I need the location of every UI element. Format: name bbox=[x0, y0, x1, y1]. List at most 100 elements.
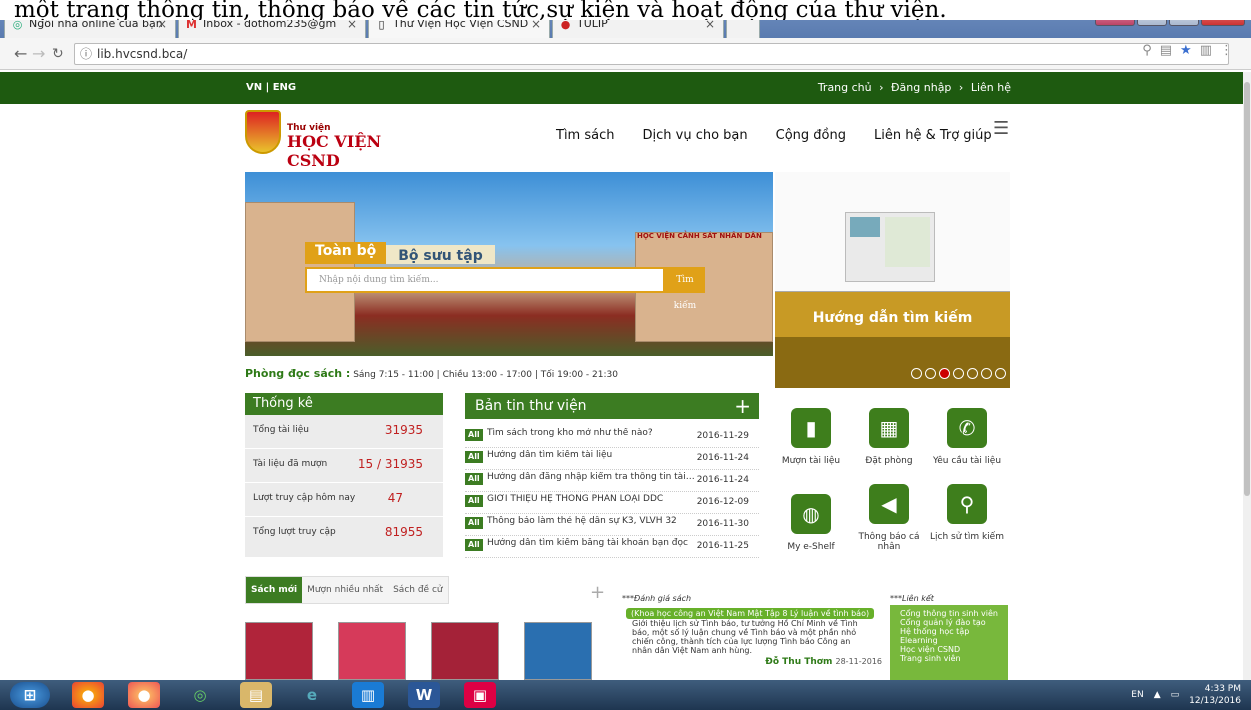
page-scrollbar[interactable] bbox=[1243, 72, 1251, 682]
back-icon[interactable]: ← bbox=[14, 44, 27, 63]
banner-sign: HỌC VIỆN CẢNH SÁT NHÂN DÂN bbox=[637, 232, 762, 240]
book-cover[interactable] bbox=[245, 622, 313, 680]
hamburger-menu-icon[interactable]: ☰ bbox=[993, 118, 1009, 139]
reading-hours: Phòng đọc sách : Sáng 7:15 - 11:00 | Chi… bbox=[245, 367, 618, 380]
zalo-icon[interactable]: ◎ bbox=[184, 682, 216, 708]
link-item[interactable]: Cổng thông tin sinh viên bbox=[900, 609, 998, 618]
link-item[interactable]: Hệ thống học tập Elearning bbox=[900, 627, 998, 645]
search-button[interactable]: Tìm kiếm bbox=[665, 267, 705, 311]
slider-dot[interactable] bbox=[911, 368, 922, 379]
language-switch[interactable]: VN | ENG bbox=[246, 82, 296, 93]
slider-dot[interactable] bbox=[953, 368, 964, 379]
news-item[interactable]: All GIỚI THIỆU HỆ THỐNG PHÂN LOẠI DDC 2016… bbox=[465, 492, 759, 514]
news-title[interactable]: GIỚI THIỆU HỆ THỐNG PHÂN LOẠI DDC bbox=[487, 494, 697, 504]
news-title: Bản tin thư viện bbox=[475, 398, 587, 414]
tab-recommended[interactable]: Sách đề cử bbox=[388, 577, 448, 603]
clock[interactable]: 4:33 PM 12/13/2016 bbox=[1189, 683, 1241, 707]
firefox-icon[interactable]: ● bbox=[128, 682, 160, 708]
slider-dot[interactable] bbox=[967, 368, 978, 379]
category-badge: All bbox=[465, 539, 483, 551]
network-icon[interactable]: ▭ bbox=[1171, 690, 1180, 700]
slider-dot-active[interactable] bbox=[939, 368, 950, 379]
guide-lower bbox=[775, 337, 1010, 388]
news-item[interactable]: All Thông báo làm thẻ hệ dân sự K3, VLVH … bbox=[465, 514, 759, 536]
book-cover[interactable] bbox=[338, 622, 406, 680]
review-label: ***Đánh giá sách bbox=[622, 594, 692, 603]
tab-most-borrowed[interactable]: Mượn nhiều nhất bbox=[302, 577, 388, 603]
service-search-history[interactable]: ⚲ Lịch sử tìm kiếm bbox=[928, 484, 1006, 542]
tray-arrow-icon[interactable]: ▲ bbox=[1154, 690, 1161, 700]
news-item[interactable]: All Tìm sách trong kho mở như thế nào? 201… bbox=[465, 426, 759, 448]
forward-icon[interactable]: → bbox=[32, 44, 45, 63]
slider-dot[interactable] bbox=[925, 368, 936, 379]
menu-icon[interactable]: ⋮ bbox=[1220, 43, 1233, 58]
site-logo[interactable]: Thư viện HỌC VIỆN CSND bbox=[245, 110, 435, 170]
contact-link[interactable]: Liên hệ bbox=[971, 81, 1011, 94]
zoom-icon[interactable]: ⚲ bbox=[1142, 43, 1152, 58]
reload-icon[interactable]: ↻ bbox=[52, 46, 64, 62]
system-tray: EN ▲ ▭ 4:33 PM 12/13/2016 bbox=[1131, 683, 1241, 707]
tab-search-all[interactable]: Toàn bộ bbox=[305, 242, 387, 264]
extension-icon[interactable]: ▥ bbox=[1200, 43, 1212, 58]
news-item[interactable]: All Hướng dẫn tìm kiếm tài liệu 2016-11-24 bbox=[465, 448, 759, 470]
news-item[interactable]: All Hướng dẫn tìm kiếm bằng tài khoản bạn… bbox=[465, 536, 759, 558]
login-link[interactable]: Đăng nhập bbox=[891, 81, 951, 94]
book-cover[interactable] bbox=[524, 622, 592, 680]
service-eshelf[interactable]: ◍ My e-Shelf bbox=[772, 494, 850, 552]
news-title[interactable]: Hướng dẫn tìm kiếm bằng tài khoản bạn đọ… bbox=[487, 538, 697, 548]
news-title[interactable]: Hướng dẫn tìm kiếm tài liệu bbox=[487, 450, 697, 460]
news-item[interactable]: All Hướng dẫn đăng nhập kiểm tra thông ti… bbox=[465, 470, 759, 492]
news-title[interactable]: Thông báo làm thẻ hệ dân sự K3, VLVH 32 bbox=[487, 516, 697, 526]
bookmark-star-icon[interactable]: ★ bbox=[1180, 43, 1192, 58]
slider-dot[interactable] bbox=[981, 368, 992, 379]
book-icon: ▮ bbox=[791, 408, 831, 448]
add-icon[interactable]: + bbox=[734, 393, 751, 419]
search-input[interactable]: Nhập nội dung tìm kiếm... bbox=[305, 267, 665, 293]
library-app-icon[interactable]: ▥ bbox=[352, 682, 384, 708]
news-date: 2016-12-09 bbox=[696, 497, 749, 507]
review-title[interactable]: (Khoa học công an Việt Nam Mật Tập 8 Lý … bbox=[626, 608, 875, 619]
review-date: 28-11-2016 bbox=[835, 657, 883, 666]
globe-icon: ◍ bbox=[791, 494, 831, 534]
service-label: Thông báo cá nhân bbox=[858, 532, 920, 552]
info-icon[interactable]: ⓘ bbox=[80, 44, 92, 64]
link-item[interactable]: Trang sinh viên bbox=[900, 654, 998, 663]
slider-dot[interactable] bbox=[995, 368, 1006, 379]
stats-header: Thống kê bbox=[245, 393, 443, 415]
nav-help[interactable]: Liên hệ & Trợ giúp bbox=[874, 128, 992, 143]
nav-community[interactable]: Cộng đồng bbox=[776, 128, 846, 143]
file-explorer-icon[interactable]: ▤ bbox=[240, 682, 272, 708]
news-title[interactable]: Tìm sách trong kho mở như thế nào? bbox=[487, 428, 697, 438]
word-icon[interactable]: W bbox=[408, 682, 440, 708]
home-link[interactable]: Trang chủ bbox=[818, 81, 872, 94]
logo-title: HỌC VIỆN CSND bbox=[287, 132, 382, 170]
service-notifications[interactable]: ◀ Thông báo cá nhân bbox=[850, 484, 928, 552]
service-borrow[interactable]: ▮ Mượn tài liệu bbox=[772, 408, 850, 466]
add-icon[interactable]: + bbox=[590, 582, 605, 603]
stats-value: 81955 bbox=[384, 525, 423, 539]
translate-icon[interactable]: ▤ bbox=[1160, 43, 1172, 58]
news-title[interactable]: Hướng dẫn đăng nhập kiểm tra thông tin t… bbox=[487, 472, 697, 482]
nav-find-books[interactable]: Tìm sách bbox=[556, 128, 614, 143]
stats-label: Tổng tài liệu bbox=[253, 425, 309, 435]
service-booking[interactable]: ▦ Đặt phòng bbox=[850, 408, 928, 466]
guide-screenshot-image bbox=[775, 172, 1010, 292]
tulip-app-icon[interactable]: ▣ bbox=[464, 682, 496, 708]
tab-search-collection[interactable]: Bộ sưu tập bbox=[386, 245, 495, 264]
service-request[interactable]: ✆ Yêu cầu tài liệu bbox=[928, 408, 1006, 466]
tab-new-books[interactable]: Sách mới bbox=[246, 577, 303, 603]
guide-slider[interactable]: Hướng dẫn tìm kiếm bbox=[775, 172, 1010, 388]
book-cover[interactable] bbox=[431, 622, 499, 680]
chrome-icon[interactable]: ● bbox=[72, 682, 104, 708]
service-label: Yêu cầu tài liệu bbox=[932, 456, 1002, 466]
scroll-thumb[interactable] bbox=[1244, 82, 1250, 496]
link-item[interactable]: Cổng quản lý đào tạo bbox=[900, 618, 998, 627]
stats-label: Lượt truy cập hôm nay bbox=[253, 493, 356, 503]
start-button[interactable]: ⊞ bbox=[10, 682, 50, 708]
link-item[interactable]: Học viện CSND bbox=[900, 645, 998, 654]
nav-services[interactable]: Dịch vụ cho bạn bbox=[642, 128, 747, 143]
input-language[interactable]: EN bbox=[1131, 690, 1143, 700]
internet-explorer-icon[interactable]: e bbox=[296, 682, 328, 708]
address-bar[interactable]: ⓘ lib.hvcsnd.bca/ bbox=[74, 43, 1229, 65]
category-badge: All bbox=[465, 495, 483, 507]
